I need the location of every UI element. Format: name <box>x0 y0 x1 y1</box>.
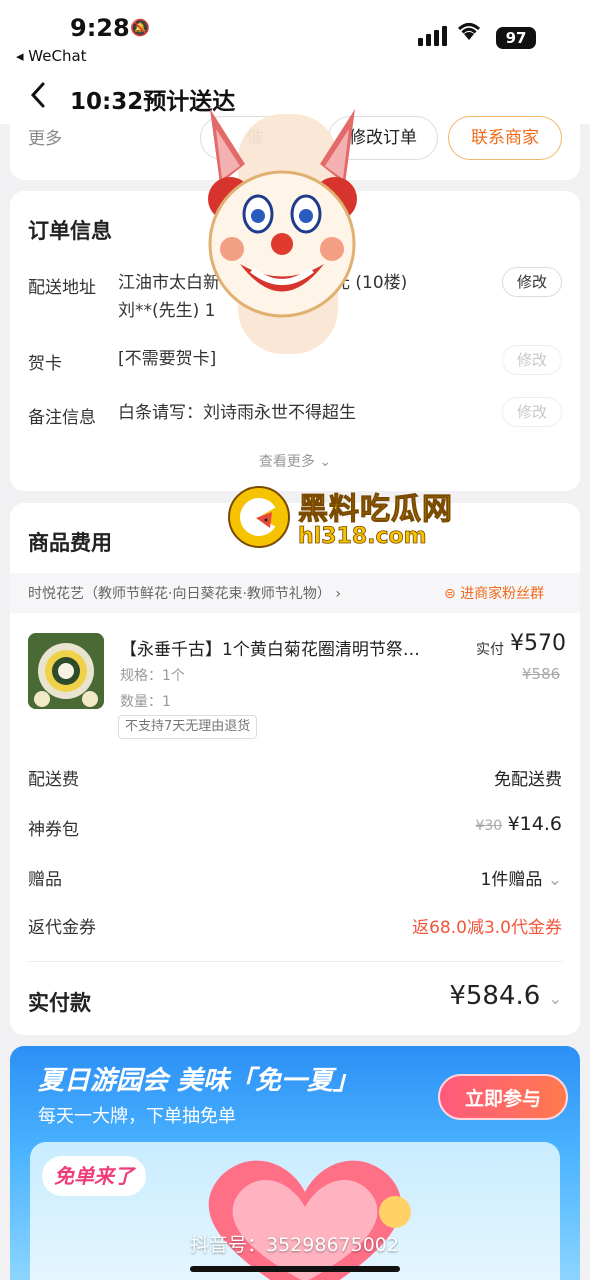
chevron-down-icon: ⌄ <box>547 870 562 890</box>
back-chevron-icon[interactable] <box>28 80 48 118</box>
fees-title: 商品费用 <box>28 531 112 555</box>
edit-note-button[interactable]: 修改 <box>502 397 562 427</box>
free-order-tag: 免单来了 <box>42 1156 146 1196</box>
address-label: 配送地址 <box>28 278 96 298</box>
home-indicator <box>190 1266 400 1272</box>
no-return-tag: 不支持7天无理由退货 <box>118 715 258 739</box>
chevron-down-icon: ⌄ <box>319 454 332 470</box>
delivery-fee-value: 免配送费 <box>494 770 562 790</box>
banner-title: 夏日游园会 美味「免一夏」 <box>38 1066 360 1096</box>
note-label: 备注信息 <box>28 408 96 428</box>
watermark-name: 黑料吃瓜网 <box>298 492 453 528</box>
back-to-app-link[interactable]: ◂ WeChat <box>16 47 87 65</box>
gift-value-text: 1件赠品 <box>480 870 543 890</box>
coupon-pack-price: ¥14.6 <box>507 813 562 835</box>
product-fees-card: 商品费用 时悦花艺（教师节鲜花·向日葵花束·教师节礼物） › ⊜ 进商家粉丝群 … <box>10 503 580 1035</box>
chevron-down-icon: ⌄ <box>548 989 562 1008</box>
shop-name-text: 时悦花艺（教师节鲜花·向日葵花束·教师节礼物） <box>28 586 331 602</box>
douyin-id: 抖音号：35298675002 <box>190 1234 399 1256</box>
more-button[interactable]: 更多 <box>28 124 62 149</box>
coupon-pack-label: 神券包 <box>28 820 79 840</box>
fans-group-link[interactable]: ⊜ 进商家粉丝群 <box>444 583 544 603</box>
delivery-fee-label: 配送费 <box>28 770 79 790</box>
product-title[interactable]: 【永垂千古】1个黄白菊花圈清明节祭… <box>120 635 460 660</box>
banner-visual: 免单来了 抖音号：35298675002 <box>30 1142 560 1280</box>
note-value: 白条请写：刘诗雨永世不得超生 <box>118 403 356 423</box>
voucher-value: 返68.0减3.0代金券 <box>412 918 562 938</box>
product-quantity: 数量：1 <box>120 694 171 710</box>
see-more-label: 查看更多 <box>258 454 315 470</box>
product-paid-value: ¥570 <box>510 631 566 656</box>
card-label: 贺卡 <box>28 354 62 374</box>
edit-card-button[interactable]: 修改 <box>502 345 562 375</box>
join-now-button[interactable]: 立即参与 <box>438 1074 568 1120</box>
clown-sticker-icon <box>208 109 357 354</box>
heart-illustration <box>208 1160 411 1280</box>
coupon-pack-original: ¥30 <box>475 818 503 834</box>
product-original-price: ¥586 <box>522 665 561 683</box>
gift-label: 赠品 <box>28 870 62 890</box>
status-bar: 9:28 🔕 ◂ WeChat 97 <box>0 0 590 70</box>
banner-subtitle: 每天一大牌，下单抽免单 <box>38 1106 236 1127</box>
total-value-text: ¥584.6 <box>449 981 541 1011</box>
cellular-signal-icon <box>418 26 447 46</box>
coupon-pack-value: ¥30 ¥14.6 <box>475 813 562 835</box>
edit-address-button[interactable]: 修改 <box>502 267 562 297</box>
wifi-icon <box>456 20 482 48</box>
watermark-logo-icon <box>228 486 290 548</box>
watermark-site: hl318.com <box>298 524 427 550</box>
shop-bar[interactable]: 时悦花艺（教师节鲜花·向日葵花束·教师节礼物） › ⊜ 进商家粉丝群 <box>10 573 580 613</box>
gift-value[interactable]: 1件赠品 ⌄ <box>481 865 562 890</box>
total-label: 实付款 <box>28 991 91 1015</box>
fans-group-label: 进商家粉丝群 <box>460 586 545 602</box>
order-info-title: 订单信息 <box>28 219 112 243</box>
product-spec: 规格：1个 <box>120 668 185 684</box>
voucher-label: 返代金券 <box>28 918 96 938</box>
battery-indicator: 97 <box>496 27 536 49</box>
status-time: 9:28 <box>70 14 130 42</box>
contact-merchant-button[interactable]: 联系商家 <box>448 116 562 160</box>
promo-banner[interactable]: 夏日游园会 美味「免一夏」 每天一大牌，下单抽免单 立即参与 免单来了 抖音号：… <box>10 1046 580 1280</box>
product-thumbnail[interactable] <box>28 633 104 709</box>
total-value[interactable]: ¥584.6 ⌄ <box>449 981 562 1011</box>
mute-bell-icon: 🔕 <box>130 18 150 37</box>
see-more-link[interactable]: 查看更多 ⌄ <box>10 451 580 471</box>
product-paid-label: 实付 <box>476 642 504 658</box>
divider <box>28 961 562 962</box>
shop-name: 时悦花艺（教师节鲜花·向日葵花束·教师节礼物） › <box>28 583 341 603</box>
chevron-right-icon: › <box>335 586 341 602</box>
chat-bubble-icon: ⊜ <box>444 586 456 602</box>
